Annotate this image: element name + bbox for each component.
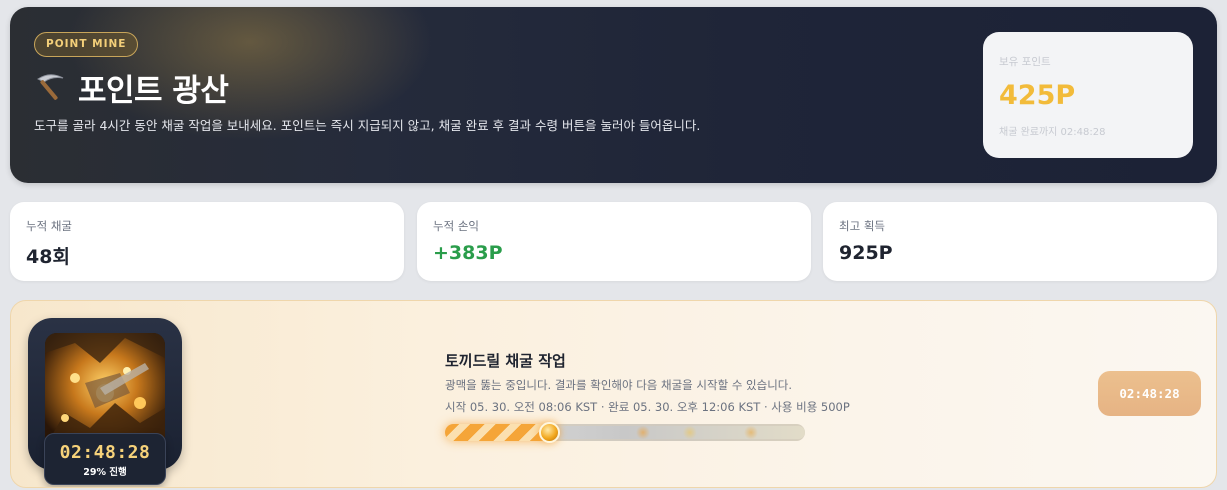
page-title-text: 포인트 광산 bbox=[78, 72, 229, 109]
claim-timer-button[interactable]: 02:48:28 bbox=[1098, 371, 1201, 416]
point-mine-page: POINT MINE 포인트 광산 도구를 골라 4시간 동안 채굴 작업을 보… bbox=[0, 0, 1227, 490]
progress-fill bbox=[445, 424, 549, 441]
hero-description: 도구를 골라 4시간 동안 채굴 작업을 보내세요. 포인트는 즉시 지급되지 … bbox=[34, 118, 701, 133]
stat-label: 최고 획득 bbox=[839, 219, 885, 233]
job-meta: 시작 05. 30. 오전 08:06 KST · 완료 05. 30. 오후 … bbox=[445, 400, 850, 414]
tool-progress-text: 29% 진행 bbox=[83, 467, 127, 478]
stat-card-best-reward: 최고 획득 925P bbox=[823, 202, 1217, 281]
hero-banner: POINT MINE 포인트 광산 도구를 골라 4시간 동안 채굴 작업을 보… bbox=[10, 7, 1217, 183]
job-title: 토끼드릴 채굴 작업 bbox=[445, 352, 566, 370]
balance-countdown: 채굴 완료까지 02:48:28 bbox=[999, 127, 1106, 138]
point-mine-badge: POINT MINE bbox=[34, 32, 139, 57]
page-title: 포인트 광산 bbox=[32, 67, 229, 109]
pickaxe-icon bbox=[32, 69, 68, 105]
tool-timer: 02:48:28 29% 진행 bbox=[44, 433, 166, 485]
balance-card: 보유 포인트 425P 채굴 완료까지 02:48:28 bbox=[983, 32, 1193, 158]
progress-knob bbox=[539, 422, 560, 443]
balance-value: 425P bbox=[999, 80, 1076, 111]
stat-card-total-profit: 누적 손익 +383P bbox=[417, 202, 811, 281]
stat-value: 925P bbox=[839, 242, 893, 264]
tool-timer-value: 02:48:28 bbox=[59, 442, 151, 463]
job-description: 광맥을 뚫는 중입니다. 결과를 확인해야 다음 채굴을 시작할 수 있습니다. bbox=[445, 378, 793, 392]
stat-label: 누적 채굴 bbox=[26, 219, 72, 233]
balance-label: 보유 포인트 bbox=[999, 56, 1051, 68]
stat-value: +383P bbox=[433, 242, 503, 264]
stat-card-total-mines: 누적 채굴 48회 bbox=[10, 202, 404, 281]
mining-job-card: 02:48:28 29% 진행 토끼드릴 채굴 작업 광맥을 뚫는 중입니다. … bbox=[10, 300, 1217, 488]
mining-progress-bar bbox=[445, 422, 805, 443]
stat-value: 48회 bbox=[26, 246, 70, 268]
stat-label: 누적 손익 bbox=[433, 219, 479, 233]
gold-mine-drill-image bbox=[45, 333, 165, 447]
